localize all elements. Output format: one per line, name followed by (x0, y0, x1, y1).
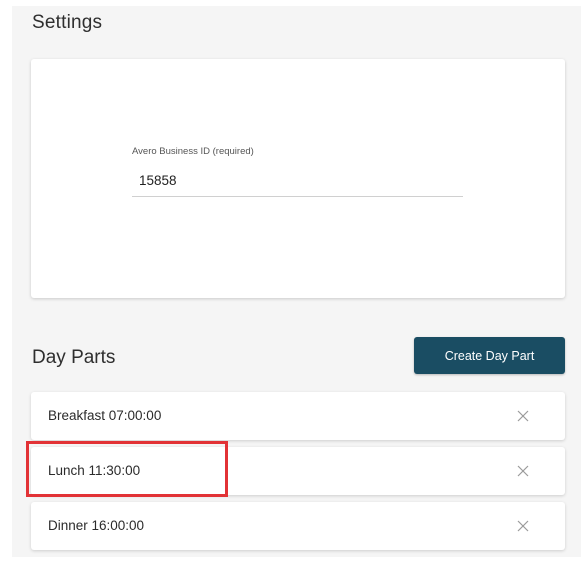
create-day-part-button[interactable]: Create Day Part (414, 337, 565, 374)
day-part-label: Breakfast 07:00:00 (48, 408, 162, 423)
business-id-label: Avero Business ID (required) (132, 146, 254, 157)
close-icon[interactable] (515, 463, 531, 479)
settings-title: Settings (32, 12, 103, 33)
day-part-row-lunch: Lunch 11:30:00 (31, 447, 565, 495)
day-part-row-breakfast: Breakfast 07:00:00 (31, 392, 565, 440)
close-icon[interactable] (515, 518, 531, 534)
close-icon[interactable] (515, 408, 531, 424)
settings-card: Avero Business ID (required) (31, 59, 565, 298)
business-id-input[interactable] (132, 165, 463, 197)
day-parts-title: Day Parts (32, 347, 116, 368)
day-part-label: Lunch 11:30:00 (48, 463, 141, 478)
day-part-row-dinner: Dinner 16:00:00 (31, 502, 565, 550)
day-part-label: Dinner 16:00:00 (48, 518, 145, 533)
